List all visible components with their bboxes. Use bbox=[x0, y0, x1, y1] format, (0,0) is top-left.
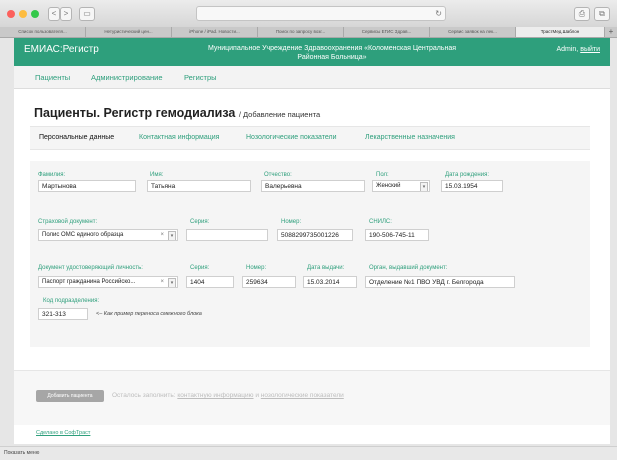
insurance-doc-label: Страховой документ: bbox=[38, 219, 98, 225]
birthdate-label: Дата рождения: bbox=[445, 172, 489, 178]
id-number-label: Номер: bbox=[246, 265, 267, 271]
sidebar-icon: ▭ bbox=[83, 9, 91, 18]
dept-code-label: Код подразделения: bbox=[43, 298, 100, 304]
snils-input[interactable]: 190-506-745-11 bbox=[365, 229, 429, 241]
insurance-doc-select[interactable]: Полис ОМС единого образца × ▾ bbox=[38, 229, 178, 241]
add-patient-button[interactable]: Добавить пациента bbox=[36, 390, 104, 402]
menu-item-registers[interactable]: Регистры bbox=[184, 73, 217, 82]
status-bar: Показать меню bbox=[0, 446, 617, 460]
id-doc-label: Документ удостоверяющий личность: bbox=[38, 265, 143, 271]
name-input[interactable]: Татьяна bbox=[147, 180, 251, 192]
tab-contact-info[interactable]: Контактная информация bbox=[139, 134, 219, 141]
show-tabs-button[interactable]: ⧉ bbox=[594, 7, 610, 21]
sidebar-button[interactable]: ▭ bbox=[79, 7, 95, 21]
id-doc-select[interactable]: Паспорт гражданина Российско... × ▾ bbox=[38, 276, 178, 288]
browser-tab[interactable]: iPhone / iPad. Новости... bbox=[172, 27, 258, 37]
insurance-number-label: Номер: bbox=[281, 219, 302, 225]
sex-label: Пол: bbox=[376, 172, 389, 178]
close-window-button[interactable] bbox=[7, 10, 15, 18]
browser-tab[interactable]: Сервис заявок на лек... bbox=[430, 27, 516, 37]
name-label: Имя: bbox=[150, 172, 164, 178]
user-name: Admin, bbox=[556, 46, 579, 53]
clear-icon[interactable]: × bbox=[160, 277, 164, 287]
browser-tab[interactable]: Список пользователя... bbox=[0, 27, 86, 37]
nosological-link[interactable]: нозологические показатели bbox=[261, 392, 344, 399]
sex-select[interactable]: Женский ▾ bbox=[372, 180, 430, 192]
main-menu: Пациенты Администрирование Регистры bbox=[14, 66, 610, 89]
surname-input[interactable]: Мартынова bbox=[38, 180, 136, 192]
insurance-series-input[interactable] bbox=[186, 229, 268, 241]
tab-bar: Список пользователя... Нетуристический ц… bbox=[0, 27, 617, 38]
minimize-window-button[interactable] bbox=[19, 10, 27, 18]
issued-by-input[interactable]: Отделение №1 ПВО УВД г. Белгорода bbox=[365, 276, 515, 288]
reload-icon[interactable]: ↻ bbox=[435, 9, 445, 18]
issue-date-input[interactable]: 15.03.2014 bbox=[303, 276, 357, 288]
browser-tab[interactable]: Сервисы ЕГИС Здрав... bbox=[344, 27, 430, 37]
chevron-down-icon: ▾ bbox=[420, 182, 428, 191]
plus-icon: + bbox=[608, 27, 614, 36]
clear-icon[interactable]: × bbox=[160, 230, 164, 240]
contact-info-link[interactable]: контактную информацию bbox=[177, 392, 253, 399]
patronymic-label: Отчество: bbox=[264, 172, 292, 178]
chevron-down-icon: ▾ bbox=[168, 231, 176, 240]
back-button[interactable]: < bbox=[48, 7, 60, 21]
menu-item-patients[interactable]: Пациенты bbox=[35, 73, 70, 82]
page-subtitle: / Добавление пациента bbox=[238, 110, 321, 119]
form-tabs: Персональные данные Контактная информаци… bbox=[30, 126, 590, 150]
surname-label: Фамилия: bbox=[38, 172, 66, 178]
zoom-window-button[interactable] bbox=[31, 10, 39, 18]
id-series-input[interactable]: 1404 bbox=[186, 276, 234, 288]
patronymic-input[interactable]: Валерьевна bbox=[261, 180, 365, 192]
app-header: ЕМИАС:Регистр Муниципальное Учреждение З… bbox=[14, 38, 610, 66]
menu-item-administration[interactable]: Администрирование bbox=[91, 73, 163, 82]
new-tab-button[interactable]: + bbox=[605, 27, 617, 37]
chevron-down-icon: ▾ bbox=[168, 278, 176, 287]
tab-prescriptions[interactable]: Лекарственные назначения bbox=[365, 134, 455, 141]
chevron-right-icon: > bbox=[63, 9, 69, 18]
address-bar[interactable]: ↻ bbox=[196, 6, 446, 21]
logout-link[interactable]: выйти bbox=[580, 46, 600, 53]
forward-button[interactable]: > bbox=[60, 7, 72, 21]
issue-date-label: Дата выдачи: bbox=[307, 265, 345, 271]
insurance-series-label: Серия: bbox=[190, 219, 210, 225]
app-brand[interactable]: ЕМИАС:Регистр bbox=[24, 44, 99, 55]
dept-code-note: <– Как пример переноса смежного блока bbox=[96, 311, 202, 317]
organization-name: Муниципальное Учреждение Здравоохранения… bbox=[207, 45, 457, 61]
remaining-fields-hint: Осталось заполнить: контактную информаци… bbox=[112, 392, 344, 399]
tab-nosological[interactable]: Нозологические показатели bbox=[246, 134, 337, 141]
show-menu-text[interactable]: Показать меню bbox=[4, 450, 39, 456]
user-info: Admin, выйти bbox=[556, 46, 600, 53]
page-title: Пациенты. Регистр гемодиализа / Добавлен… bbox=[34, 106, 321, 120]
browser-tab-active[interactable]: ТрастМед.Шаблон bbox=[516, 27, 605, 37]
share-button[interactable]: ⎙ bbox=[574, 7, 590, 21]
insurance-number-input[interactable]: 5088299735001226 bbox=[277, 229, 353, 241]
issued-by-label: Орган, выдавший документ: bbox=[369, 265, 448, 271]
snils-label: СНИЛС: bbox=[369, 219, 392, 225]
window-titlebar: < > ▭ ↻ ⎙ ⧉ bbox=[0, 0, 617, 28]
tab-personal-data[interactable]: Персональные данные bbox=[39, 134, 114, 141]
made-by-link[interactable]: Сделано в СофТраст bbox=[36, 430, 90, 436]
id-series-label: Серия: bbox=[190, 265, 210, 271]
chevron-left-icon: < bbox=[51, 9, 57, 18]
birthdate-input[interactable]: 15.03.1954 bbox=[441, 180, 503, 192]
share-icon: ⎙ bbox=[578, 9, 586, 18]
browser-tab[interactable]: Нетуристический цен... bbox=[86, 27, 172, 37]
dept-code-input[interactable]: 321-313 bbox=[38, 308, 88, 320]
browser-tab[interactable]: Поиск по запросу возг... bbox=[258, 27, 344, 37]
id-number-input[interactable]: 259634 bbox=[242, 276, 296, 288]
tabs-icon: ⧉ bbox=[599, 9, 605, 18]
